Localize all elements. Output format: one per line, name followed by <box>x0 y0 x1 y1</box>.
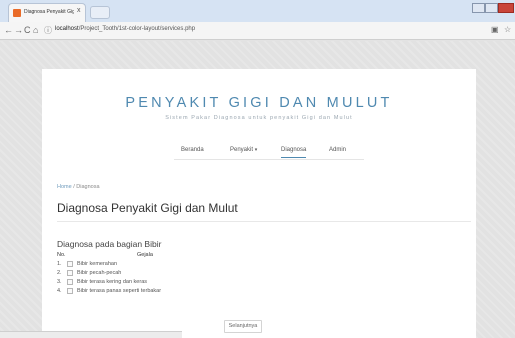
menu-item-admin[interactable]: Admin <box>329 147 346 153</box>
url-path: /Project_Tooth/1st-color-layout/services… <box>78 26 196 32</box>
url-host: localhost <box>55 26 79 32</box>
url-text: localhost/Project_Tooth/1st-color-layout… <box>55 26 195 32</box>
minimize-window-button[interactable] <box>472 3 485 13</box>
extension-icon[interactable]: ▣ <box>491 25 499 34</box>
symptom-label: Bibir kemerahan <box>77 261 118 267</box>
symptom-number: 4. <box>57 288 62 294</box>
status-bar <box>0 331 182 338</box>
column-header-gejala: Gejala <box>137 252 153 258</box>
reload-icon[interactable]: C <box>24 25 31 35</box>
symptom-checkbox[interactable] <box>67 279 73 285</box>
column-header-no: No. <box>57 252 66 258</box>
symptom-checkbox[interactable] <box>67 261 73 267</box>
address-bar[interactable]: ⓘ localhost/Project_Tooth/1st-color-layo… <box>44 24 484 37</box>
new-tab-button[interactable] <box>90 6 110 19</box>
next-button[interactable]: Selanjutnya <box>224 320 262 333</box>
menu-item-diagnosa[interactable]: Diagnosa <box>281 147 307 158</box>
tab-title: Diagnosa Penyakit Gigi dan <box>24 9 74 15</box>
main-menu: Beranda Penyakit ▾ Diagnosa Admin <box>174 144 364 160</box>
chevron-down-icon: ▾ <box>254 147 258 153</box>
site-tagline: Sistem Pakar Diagnosa untuk penyakit Gig… <box>165 115 353 121</box>
home-icon[interactable]: ⌂ <box>33 25 38 35</box>
breadcrumb-current: Diagnosa <box>76 184 100 190</box>
breadcrumb-home-link[interactable]: Home <box>57 184 72 190</box>
site-title: PENYAKIT GIGI DAN MULUT <box>125 95 393 111</box>
forward-arrow-icon[interactable]: → <box>14 25 23 35</box>
browser-tab[interactable]: Diagnosa Penyakit Gigi dan x <box>8 3 86 22</box>
content-card: PENYAKIT GIGI DAN MULUT Sistem Pakar Dia… <box>42 69 476 338</box>
divider <box>57 221 471 222</box>
symptom-number: 1. <box>57 261 62 267</box>
symptom-number: 3. <box>57 279 62 285</box>
menu-item-penyakit-label: Penyakit <box>230 147 254 153</box>
back-arrow-icon[interactable]: ← <box>4 25 13 35</box>
bookmark-star-icon[interactable]: ☆ <box>504 25 511 34</box>
breadcrumb-separator: / <box>73 184 75 190</box>
section-title: Diagnosa pada bagian Bibir <box>57 239 162 249</box>
browser-toolbar: ← → C ⌂ ⓘ localhost/Project_Tooth/1st-co… <box>0 22 515 40</box>
breadcrumb: Home / Diagnosa <box>57 184 100 190</box>
close-tab-icon[interactable]: x <box>77 7 81 14</box>
symptom-label: Bibir terasa panas seperti terbakar <box>77 288 162 294</box>
page-viewport: PENYAKIT GIGI DAN MULUT Sistem Pakar Dia… <box>0 41 515 338</box>
menu-item-penyakit[interactable]: Penyakit ▾ <box>230 147 257 153</box>
info-icon[interactable]: ⓘ <box>44 25 52 36</box>
menu-item-beranda[interactable]: Beranda <box>181 147 204 153</box>
symptom-label: Bibir terasa kering dan keras <box>77 279 148 285</box>
symptom-label: Bibir pecah-pecah <box>77 270 122 276</box>
maximize-window-button[interactable] <box>485 3 498 13</box>
symptom-number: 2. <box>57 270 62 276</box>
browser-titlebar: Diagnosa Penyakit Gigi dan x <box>0 0 515 22</box>
favicon-icon <box>13 9 21 17</box>
symptom-checkbox[interactable] <box>67 288 73 294</box>
page-title: Diagnosa Penyakit Gigi dan Mulut <box>57 201 238 215</box>
symptom-checkbox[interactable] <box>67 270 73 276</box>
close-window-button[interactable] <box>498 3 514 13</box>
